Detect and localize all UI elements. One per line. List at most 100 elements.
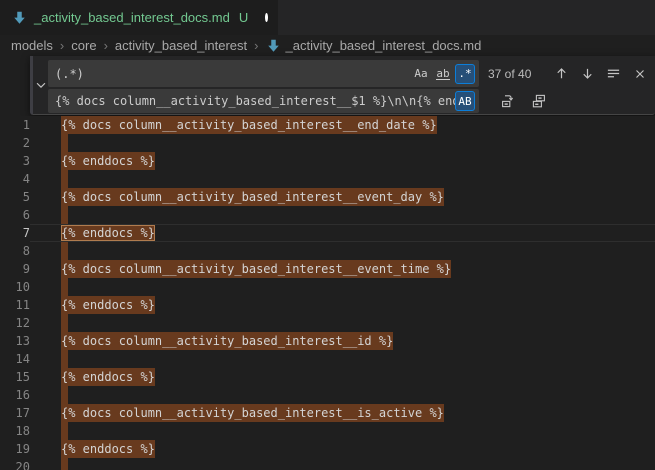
editor-line[interactable]: 1{% docs column__activity_based_interest…: [0, 116, 655, 134]
line-content[interactable]: [30, 242, 655, 260]
match-highlight: {% docs column__activity_based_interest_…: [61, 188, 444, 206]
editor-line[interactable]: 2: [0, 134, 655, 152]
find-in-selection-button[interactable]: [604, 64, 623, 83]
editor-line[interactable]: 10: [0, 278, 655, 296]
find-input[interactable]: (.*) Aa ab .*: [48, 60, 479, 87]
line-content[interactable]: {% enddocs %}: [30, 224, 655, 242]
match-highlight: {% docs column__activity_based_interest_…: [61, 332, 393, 350]
line-number: 8: [0, 242, 30, 260]
breadcrumb-separator: ›: [60, 38, 64, 53]
editor-line[interactable]: 19 {% enddocs %}: [0, 440, 655, 458]
line-content[interactable]: [30, 386, 655, 404]
editor[interactable]: 1{% docs column__activity_based_interest…: [0, 116, 655, 470]
editor-line[interactable]: 7{% enddocs %}: [0, 224, 655, 242]
line-content[interactable]: {% enddocs %}: [30, 152, 655, 170]
line-content[interactable]: [30, 170, 655, 188]
breadcrumb: models › core › activity_based_interest …: [0, 35, 655, 56]
empty-line-match-highlight: [61, 134, 68, 152]
replace-input[interactable]: {% docs column__activity_based_interest_…: [48, 89, 479, 113]
breadcrumb-separator: ›: [104, 38, 108, 53]
line-content[interactable]: {% docs column__activity_based_interest_…: [30, 332, 655, 350]
find-replace-widget: (.*) Aa ab .* 37 of 40: [30, 56, 655, 115]
empty-line-match-highlight: [61, 278, 68, 296]
empty-line-match-highlight: [61, 386, 68, 404]
git-status-badge: U: [239, 10, 248, 25]
line-number: 14: [0, 350, 30, 368]
tab-bar: _activity_based_interest_docs.md U: [0, 0, 655, 35]
line-content[interactable]: [30, 314, 655, 332]
match-case-toggle[interactable]: Aa: [411, 64, 431, 84]
line-content[interactable]: [30, 278, 655, 296]
editor-line[interactable]: 15{% enddocs %}: [0, 368, 655, 386]
editor-line[interactable]: 4: [0, 170, 655, 188]
breadcrumb-item-core[interactable]: core: [71, 38, 96, 53]
line-content[interactable]: {% enddocs %}: [30, 440, 655, 458]
toggle-replace-button[interactable]: [33, 56, 48, 114]
line-number: 2: [0, 134, 30, 152]
match-highlight: {% enddocs %}: [61, 152, 155, 170]
preserve-case-toggle[interactable]: AB: [455, 91, 475, 111]
match-highlight: {% enddocs %}: [61, 440, 155, 458]
editor-line[interactable]: 5 {% docs column__activity_based_interest…: [0, 188, 655, 206]
line-number: 18: [0, 422, 30, 440]
arrow-up-icon: [554, 66, 569, 81]
chevron-down-icon: [34, 78, 48, 92]
empty-line-match-highlight: [61, 314, 68, 332]
line-number: 9: [0, 260, 30, 278]
previous-match-button[interactable]: [552, 64, 571, 83]
editor-line[interactable]: 12: [0, 314, 655, 332]
line-content[interactable]: [30, 206, 655, 224]
line-content[interactable]: {% enddocs %}: [30, 368, 655, 386]
line-content[interactable]: [30, 350, 655, 368]
empty-line-match-highlight: [61, 350, 68, 368]
editor-line[interactable]: 16: [0, 386, 655, 404]
find-in-selection-icon: [606, 66, 621, 81]
editor-line[interactable]: 20: [0, 458, 655, 470]
whole-word-toggle[interactable]: ab: [433, 64, 453, 84]
next-match-button[interactable]: [578, 64, 597, 83]
modified-dot-icon[interactable]: [265, 13, 268, 22]
close-find-widget-button[interactable]: [630, 64, 649, 83]
line-content[interactable]: {% docs column__activity_based_interest_…: [30, 188, 655, 206]
replace-all-button[interactable]: [529, 92, 548, 111]
editor-line[interactable]: 17{% docs column__activity_based_interes…: [0, 404, 655, 422]
line-number: 10: [0, 278, 30, 296]
line-number: 19: [0, 440, 30, 458]
breadcrumb-item-file[interactable]: _activity_based_interest_docs.md: [266, 38, 482, 53]
editor-line[interactable]: 9 {% docs column__activity_based_interest…: [0, 260, 655, 278]
editor-line[interactable]: 18: [0, 422, 655, 440]
line-content[interactable]: {% docs column__activity_based_interest_…: [30, 260, 655, 278]
regex-toggle[interactable]: .*: [455, 64, 475, 84]
breadcrumb-item-activity-based-interest[interactable]: activity_based_interest: [115, 38, 247, 53]
line-number: 11: [0, 296, 30, 314]
empty-line-match-highlight: [61, 458, 68, 470]
line-content[interactable]: {% docs column__activity_based_interest_…: [30, 404, 655, 422]
match-count: 37 of 40: [488, 67, 531, 81]
editor-line[interactable]: 11{% enddocs %}: [0, 296, 655, 314]
line-number: 17: [0, 404, 30, 422]
match-highlight: {% docs column__activity_based_interest_…: [61, 116, 437, 134]
line-content[interactable]: {% docs column__activity_based_interest_…: [30, 116, 655, 134]
line-number: 5: [0, 188, 30, 206]
empty-line-match-highlight: [61, 242, 68, 260]
replace-icon: [500, 93, 516, 109]
match-highlight: {% docs column__activity_based_interest_…: [61, 260, 451, 278]
line-content[interactable]: {% enddocs %}: [30, 296, 655, 314]
empty-line-match-highlight: [61, 422, 68, 440]
line-content[interactable]: [30, 134, 655, 152]
editor-line[interactable]: 13{% docs column__activity_based_interes…: [0, 332, 655, 350]
replace-button[interactable]: [498, 92, 517, 111]
editor-line[interactable]: 3{% enddocs %}: [0, 152, 655, 170]
line-number: 6: [0, 206, 30, 224]
line-content[interactable]: [30, 422, 655, 440]
arrow-down-icon: [580, 66, 595, 81]
tab-active-file[interactable]: _activity_based_interest_docs.md U: [0, 0, 278, 35]
editor-line[interactable]: 14: [0, 350, 655, 368]
line-number: 4: [0, 170, 30, 188]
line-content[interactable]: [30, 458, 655, 470]
tab-title: _activity_based_interest_docs.md: [34, 10, 230, 25]
line-number: 7: [0, 224, 30, 242]
editor-line[interactable]: 6: [0, 206, 655, 224]
editor-line[interactable]: 8: [0, 242, 655, 260]
breadcrumb-item-models[interactable]: models: [11, 38, 53, 53]
